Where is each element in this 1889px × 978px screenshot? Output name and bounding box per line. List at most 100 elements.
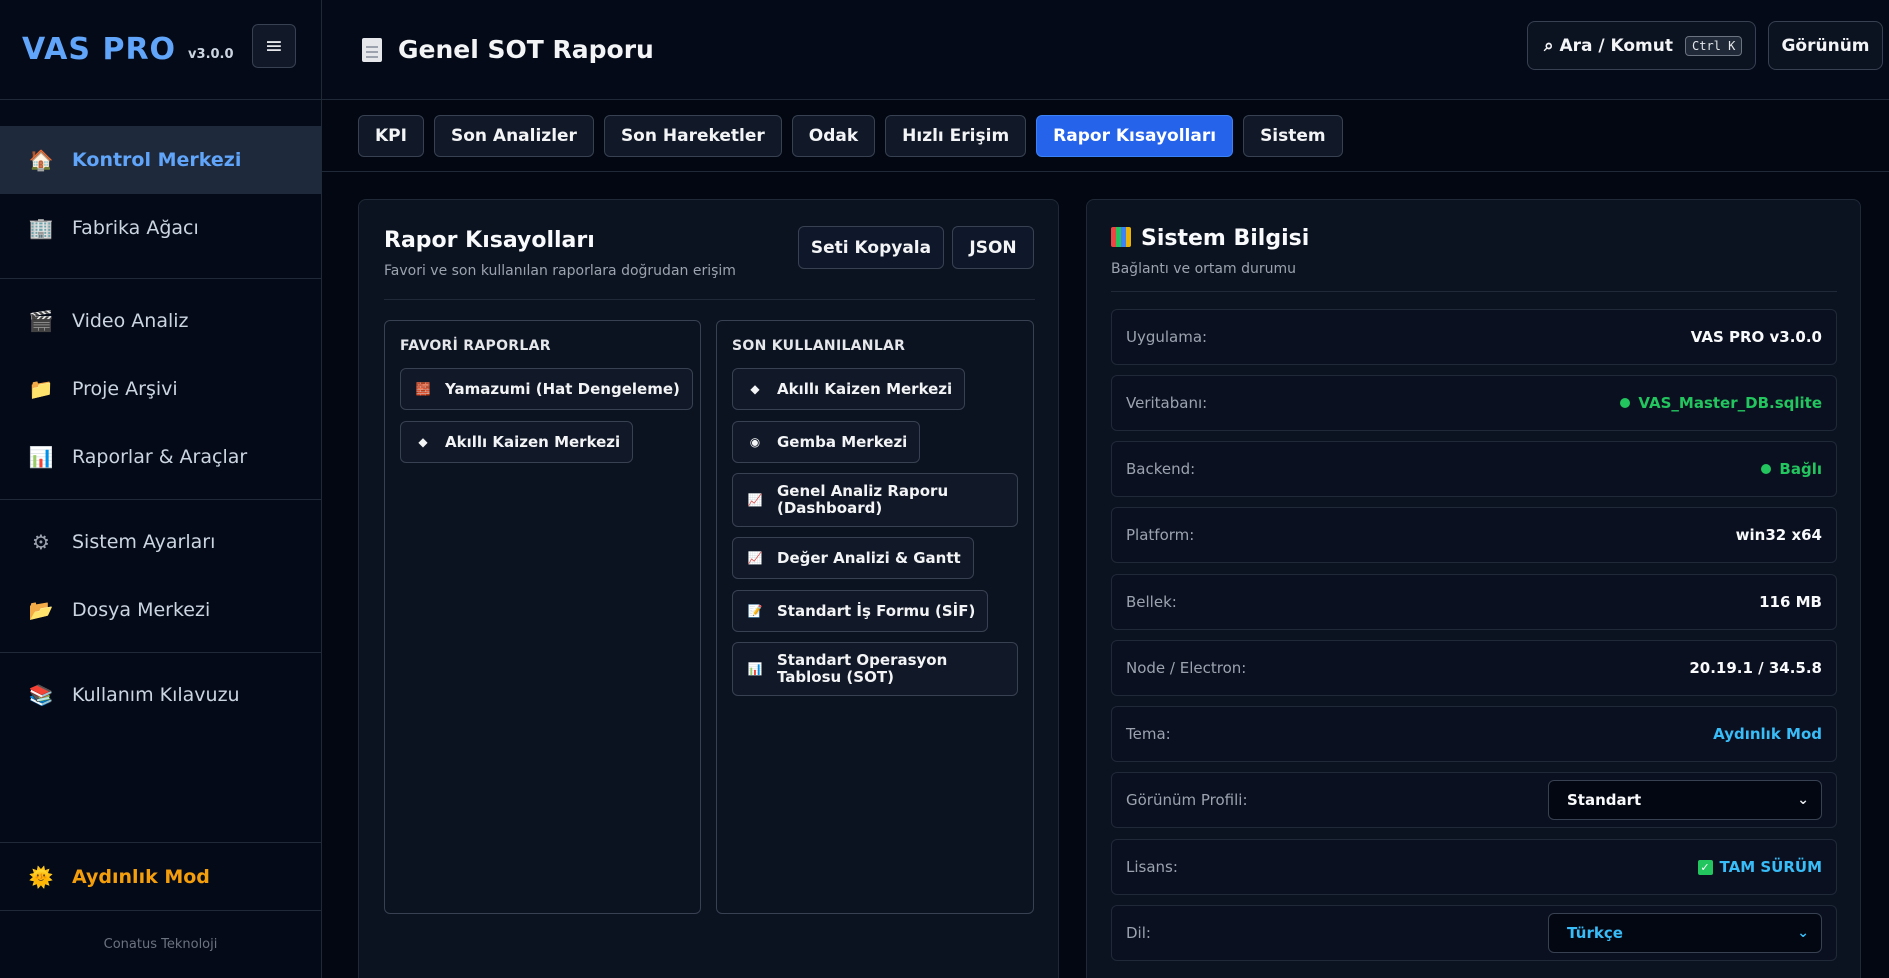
hamburger-icon: ≡: [264, 33, 284, 59]
recent-report-label: Akıllı Kaizen Merkezi: [777, 379, 953, 398]
folder-icon: 📁: [28, 377, 54, 401]
info-value: 116 MB: [1759, 593, 1822, 611]
info-label: Bellek:: [1126, 593, 1177, 611]
trend-chart-icon: 📈: [747, 550, 763, 565]
status-dot-icon: [1620, 398, 1631, 408]
memo-icon: 📝: [747, 603, 763, 618]
recent-report-sif[interactable]: 📝 Standart İş Formu (SİF): [732, 590, 989, 632]
page-title-text: Genel SOT Raporu: [398, 35, 654, 64]
chart-icon: 📊: [28, 445, 54, 469]
info-value: VAS PRO v3.0.0: [1690, 328, 1822, 346]
search-command-button[interactable]: ⌕ Ara / Komut Ctrl K: [1527, 21, 1756, 70]
open-folder-icon: 📂: [28, 598, 54, 622]
search-command-label: ⌕ Ara / Komut: [1544, 35, 1673, 56]
report-panel-divider: [384, 299, 1035, 300]
page-title: Genel SOT Raporu: [362, 35, 654, 64]
building-icon: 🏢: [28, 216, 54, 240]
bricks-icon: 🧱: [415, 381, 431, 396]
sidebar-item-kullanim-kilavuzu[interactable]: 📚 Kullanım Kılavuzu: [0, 661, 321, 729]
tab-rapor-kisayollari[interactable]: Rapor Kısayolları: [1036, 115, 1234, 157]
recent-report-label: Değer Analizi & Gantt: [777, 548, 961, 567]
top-header: Genel SOT Raporu ⌕ Ara / Komut Ctrl K Gö…: [322, 0, 1889, 100]
recent-title: SON KULLANILANLAR: [732, 338, 906, 354]
recent-report-genel-analiz[interactable]: 📈 Genel Analiz Raporu (Dashboard): [732, 473, 1018, 527]
info-row-theme: Tema: Aydınlık Mod: [1111, 706, 1837, 762]
brand-name: VAS PRO: [22, 32, 177, 67]
gemba-icon: ◉: [749, 434, 761, 449]
favorites-column: FAVORİ RAPORLAR 🧱 Yamazumi (Hat Dengelem…: [384, 320, 701, 914]
tab-kpi[interactable]: KPI: [358, 115, 424, 157]
report-panel-subtitle: Favori ve son kullanılan raporlara doğru…: [384, 263, 736, 279]
view-profile-select[interactable]: Standart ⌄: [1548, 780, 1822, 820]
tab-odak[interactable]: Odak: [791, 115, 876, 157]
sidebar-item-label: Dosya Merkezi: [72, 599, 211, 621]
sidebar-item-raporlar-araclar[interactable]: 📊 Raporlar & Araçlar: [0, 423, 321, 491]
info-row-language: Dil: Türkçe ⌄: [1111, 905, 1837, 961]
favorite-report-label: Yamazumi (Hat Dengeleme): [445, 379, 680, 398]
tab-son-hareketler[interactable]: Son Hareketler: [603, 115, 782, 157]
nav-group-main: 🏠 Kontrol Merkezi 🏢 Fabrika Ağacı: [0, 100, 321, 279]
recent-report-label: Standart İş Formu (SİF): [777, 601, 976, 620]
recent-report-gemba[interactable]: ◉ Gemba Merkezi: [732, 421, 921, 463]
theme-value-link[interactable]: Aydınlık Mod: [1713, 725, 1822, 743]
theme-toggle-button[interactable]: 🌞 Aydınlık Mod: [0, 842, 321, 910]
tab-sistem[interactable]: Sistem: [1243, 115, 1343, 157]
copy-set-button[interactable]: Seti Kopyala: [798, 226, 944, 269]
sidebar-item-label: Video Analiz: [72, 310, 189, 332]
sidebar-item-sistem-ayarlari[interactable]: ⚙ Sistem Ayarları: [0, 508, 321, 576]
recent-report-label: Genel Analiz Raporu (Dashboard): [777, 482, 949, 517]
json-button[interactable]: JSON: [952, 226, 1034, 269]
sidebar-item-label: Kullanım Kılavuzu: [72, 684, 240, 706]
bar-chart-icon: [1111, 227, 1131, 247]
info-row-license: Lisans: ✓ TAM SÜRÜM: [1111, 839, 1837, 895]
books-icon: 📚: [28, 683, 54, 707]
recent-column: SON KULLANILANLAR ◆ Akıllı Kaizen Merkez…: [716, 320, 1034, 914]
info-label: Tema:: [1126, 725, 1171, 743]
sidebar-item-kontrol-merkezi[interactable]: 🏠 Kontrol Merkezi: [0, 126, 321, 194]
language-selected: Türkçe: [1567, 924, 1623, 942]
favorite-report-yamazumi[interactable]: 🧱 Yamazumi (Hat Dengeleme): [400, 368, 693, 410]
favorite-report-kaizen[interactable]: ◆ Akıllı Kaizen Merkezi: [400, 421, 634, 463]
recent-report-label: Gemba Merkezi: [777, 432, 908, 451]
info-row-app: Uygulama: VAS PRO v3.0.0: [1111, 309, 1837, 365]
view-profile-selected: Standart: [1567, 791, 1642, 809]
info-row-platform: Platform: win32 x64: [1111, 507, 1837, 563]
sidebar-item-label: Sistem Ayarları: [72, 531, 216, 553]
sidebar-item-dosya-merkezi[interactable]: 📂 Dosya Merkezi: [0, 576, 321, 644]
system-info-panel: Sistem Bilgisi Bağlantı ve ortam durumu …: [1086, 199, 1861, 978]
info-label: Lisans:: [1126, 858, 1178, 876]
report-shortcuts-panel: Rapor Kısayolları Favori ve son kullanıl…: [358, 199, 1059, 978]
footer-company: Conatus Teknoloji: [0, 910, 321, 978]
favorite-report-label: Akıllı Kaizen Merkezi: [445, 432, 621, 451]
info-value: ✓ TAM SÜRÜM: [1697, 858, 1822, 876]
sidebar-item-fabrika-agaci[interactable]: 🏢 Fabrika Ağacı: [0, 194, 321, 262]
system-panel-divider: [1111, 291, 1837, 292]
check-icon: ✓: [1697, 859, 1713, 875]
sidebar-item-proje-arsivi[interactable]: 📁 Proje Arşivi: [0, 355, 321, 423]
brand: VAS PRO v3.0.0 ≡: [0, 0, 321, 100]
nav-group-analysis: 🎬 Video Analiz 📁 Proje Arşivi 📊 Raporlar…: [0, 279, 321, 500]
bar-chart-icon: 📊: [747, 661, 763, 676]
language-select[interactable]: Türkçe ⌄: [1548, 913, 1822, 953]
tabs-divider: [322, 171, 1889, 172]
license-status: TAM SÜRÜM: [1719, 858, 1822, 876]
info-value: Bağlı: [1761, 460, 1822, 478]
info-label: Görünüm Profili:: [1126, 791, 1248, 809]
gear-icon: ⚙: [32, 530, 50, 554]
recent-report-deger-analizi[interactable]: 📈 Değer Analizi & Gantt: [732, 537, 974, 579]
recent-report-kaizen[interactable]: ◆ Akıllı Kaizen Merkezi: [732, 368, 966, 410]
recent-report-sot[interactable]: 📊 Standart Operasyon Tablosu (SOT): [732, 642, 1018, 696]
tab-son-analizler[interactable]: Son Analizler: [433, 115, 594, 157]
sidebar-item-video-analiz[interactable]: 🎬 Video Analiz: [0, 287, 321, 355]
home-icon: 🏠: [28, 148, 54, 172]
document-icon: [362, 37, 382, 62]
trend-chart-icon: 📈: [747, 492, 763, 507]
hamburger-menu-button[interactable]: ≡: [252, 24, 296, 68]
theme-toggle-label: Aydınlık Mod: [72, 865, 210, 888]
info-label: Platform:: [1126, 526, 1195, 544]
view-button[interactable]: Görünüm: [1768, 21, 1883, 70]
favorites-title: FAVORİ RAPORLAR: [400, 338, 551, 354]
sidebar: VAS PRO v3.0.0 ≡ 🏠 Kontrol Merkezi 🏢 Fab…: [0, 0, 322, 978]
tab-hizli-erisim[interactable]: Hızlı Erişim: [885, 115, 1027, 157]
info-row-database: Veritabanı: VAS_Master_DB.sqlite: [1111, 375, 1837, 431]
